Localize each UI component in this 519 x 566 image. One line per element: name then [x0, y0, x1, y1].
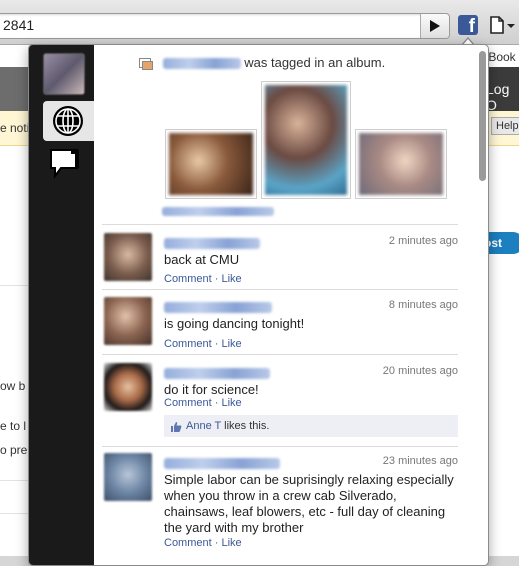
popup-sidebar [29, 45, 94, 565]
scroll-thumb[interactable] [479, 51, 486, 181]
story-divider [102, 224, 458, 225]
tag-story-header: was tagged in an album. [139, 55, 385, 70]
separator: · [214, 273, 219, 285]
feed-story: 23 minutes ago Simple labor can be supri… [102, 453, 458, 563]
story-message: do it for science! [164, 382, 259, 397]
browser-toolbar: 2841 f [0, 0, 519, 45]
facebook-popup: was tagged in an album. 2 minutes ago ba… [28, 44, 489, 566]
go-button[interactable] [420, 14, 449, 38]
story-actions: Comment · Like [164, 338, 242, 350]
comment-link[interactable]: Comment [164, 338, 212, 350]
separator: · [214, 397, 219, 409]
album-photo-2[interactable] [261, 81, 351, 199]
story-time: 23 minutes ago [382, 455, 458, 467]
story-actions: Comment · Like [164, 397, 242, 409]
story-time: 8 minutes ago [388, 299, 458, 311]
like-link[interactable]: Like [221, 338, 241, 350]
photo-album-icon [139, 57, 153, 70]
bg-text-line-3: o pre [0, 443, 28, 457]
bg-logout-link[interactable]: Log O [486, 81, 519, 113]
address-bar[interactable]: 2841 [0, 13, 450, 39]
story-message: back at CMU [164, 252, 240, 267]
page-menu-button[interactable] [487, 14, 517, 36]
story-time: 2 minutes ago [388, 235, 458, 247]
story-message: Simple labor can be suprisingly relaxing… [164, 472, 454, 535]
avatar[interactable] [104, 453, 152, 501]
avatar[interactable] [104, 233, 152, 281]
avatar[interactable] [104, 363, 152, 411]
story-divider [102, 354, 458, 355]
album-link[interactable] [162, 203, 274, 221]
bg-help-button[interactable]: Help [491, 117, 519, 135]
story-author[interactable] [164, 458, 280, 469]
story-author[interactable] [164, 302, 272, 313]
avatar[interactable] [104, 297, 152, 345]
chat-bubble-icon [50, 149, 79, 179]
story-divider [102, 446, 458, 447]
bg-text-line-1: ow b [0, 379, 26, 393]
likes-summary: Anne T likes this. [164, 415, 458, 437]
feed-story: 20 minutes ago do it for science! Commen… [102, 363, 458, 438]
play-icon [430, 20, 440, 32]
news-feed: was tagged in an album. 2 minutes ago ba… [94, 45, 474, 565]
sidebar-item-profile[interactable] [41, 53, 87, 95]
story-time: 20 minutes ago [382, 365, 458, 377]
feed-story: 2 minutes ago back at CMU Comment · Like [102, 233, 458, 285]
comment-link[interactable]: Comment [164, 537, 212, 549]
likes-text: likes this. [224, 420, 270, 432]
liker-name[interactable]: Anne T [186, 420, 221, 432]
globe-icon [52, 106, 83, 136]
facebook-extension-button[interactable]: f [456, 13, 480, 37]
comment-link[interactable]: Comment [164, 273, 212, 285]
album-photo-1[interactable] [165, 129, 257, 199]
page-menu-icon [490, 16, 515, 34]
story-author[interactable] [164, 238, 260, 249]
separator: · [214, 338, 219, 350]
album-name [162, 207, 274, 217]
story-message: is going dancing tonight! [164, 316, 305, 331]
like-link[interactable]: Like [221, 273, 241, 285]
avatar [43, 53, 85, 95]
story-actions: Comment · Like [164, 273, 242, 285]
story-actions: Comment · Like [164, 537, 242, 549]
sidebar-item-news-feed[interactable] [43, 101, 94, 141]
popup-scrollbar[interactable] [477, 49, 486, 561]
url-text[interactable]: 2841 [3, 17, 34, 33]
like-link[interactable]: Like [221, 397, 241, 409]
story-divider [102, 289, 458, 290]
thumbs-up-icon [171, 421, 182, 432]
story-author[interactable] [164, 368, 270, 379]
bg-notice-text: e noti [0, 121, 30, 135]
facebook-icon: f [458, 15, 478, 35]
like-link[interactable]: Like [221, 537, 241, 549]
comment-link[interactable]: Comment [164, 397, 212, 409]
feed-story: 8 minutes ago is going dancing tonight! … [102, 297, 458, 350]
bg-text-line-2: e to l [0, 419, 27, 433]
tag-story-text: was tagged in an album. [244, 55, 386, 70]
sidebar-item-messages[interactable] [41, 143, 87, 183]
tagged-user-name[interactable] [162, 58, 241, 70]
album-photo-3[interactable] [355, 129, 447, 199]
separator: · [214, 537, 219, 549]
